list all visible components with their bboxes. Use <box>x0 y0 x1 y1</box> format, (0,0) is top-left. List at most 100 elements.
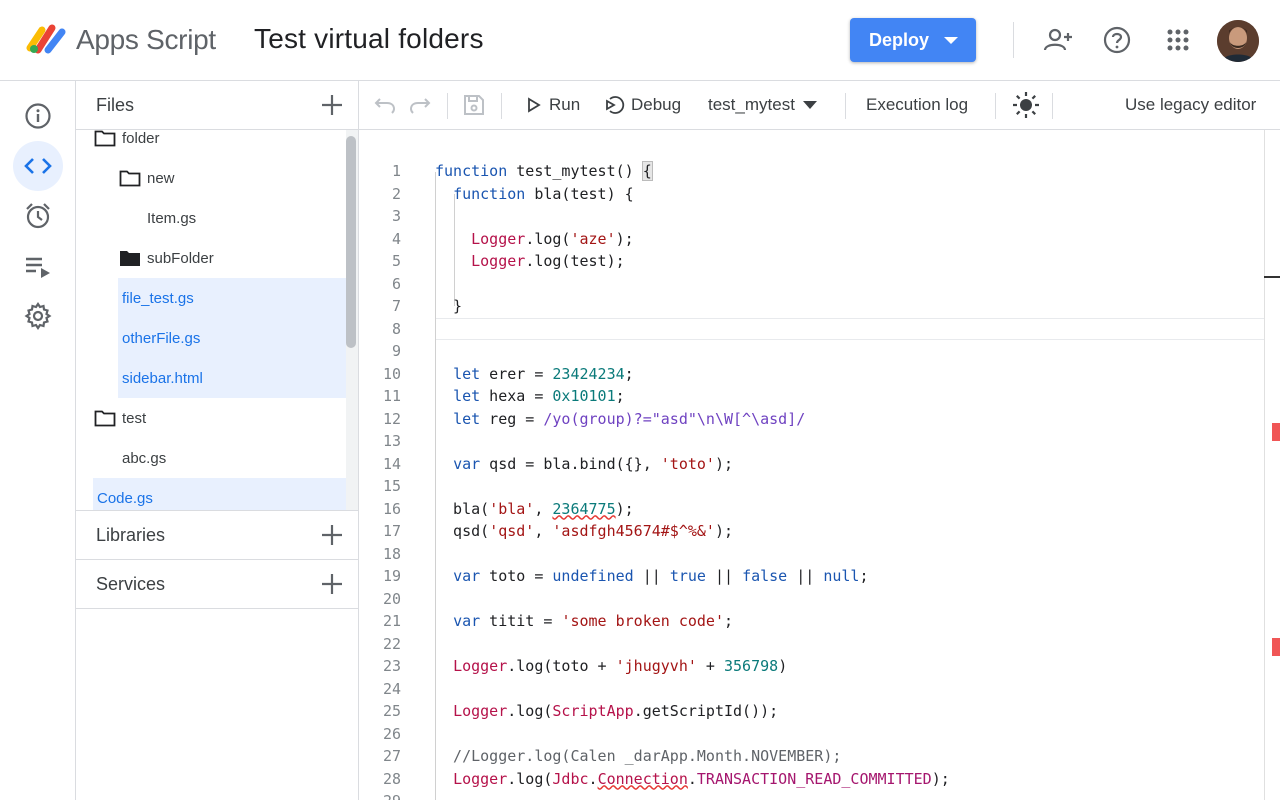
chevron-down-icon <box>944 37 958 44</box>
line-text: var qsd = bla.bind({}, 'toto'); <box>435 453 733 475</box>
line-number: 22 <box>359 633 401 655</box>
toolbar-separator <box>845 93 846 119</box>
tree-item-folder[interactable]: folder <box>94 130 346 158</box>
account-avatar[interactable] <box>1217 20 1259 62</box>
use-legacy-editor-button[interactable]: Use legacy editor <box>1125 81 1256 129</box>
undo-icon <box>374 96 396 114</box>
share-button[interactable] <box>1042 24 1074 56</box>
line-text: Logger.log(test); <box>435 250 625 272</box>
line-number: 28 <box>359 768 401 790</box>
code-line: 2 function bla(test) { <box>359 183 1264 205</box>
apps-launcher-button[interactable] <box>1162 24 1194 56</box>
tree-item-label: sidebar.html <box>122 370 203 387</box>
function-select[interactable]: test_mytest <box>708 81 817 129</box>
code-line: 7 } <box>359 295 1264 317</box>
line-number: 15 <box>359 475 401 497</box>
debug-button[interactable]: Debug <box>605 81 681 129</box>
line-number: 19 <box>359 565 401 587</box>
top-app-bar: Apps Script Test virtual folders Deploy <box>0 0 1280 81</box>
services-header: Services <box>76 560 358 609</box>
save-button[interactable] <box>463 81 485 129</box>
file-tree: folder new Item.gs subFolder file_test.g… <box>76 130 358 511</box>
line-text: let reg = /yo(group)?="asd"\n\W[^\asd]/ <box>435 408 805 430</box>
play-icon <box>527 97 541 113</box>
line-number: 9 <box>359 340 401 362</box>
rail-item-settings[interactable] <box>13 291 63 341</box>
line-number: 20 <box>359 588 401 610</box>
line-number: 24 <box>359 678 401 700</box>
tree-item-folder[interactable]: subFolder <box>119 238 346 278</box>
code-line: 17 qsd('qsd', 'asdfgh45674#$^%&'); <box>359 520 1264 542</box>
line-text: bla('bla', 2364775); <box>435 498 634 520</box>
tree-item-folder[interactable]: new <box>119 158 346 198</box>
add-service-icon[interactable] <box>320 572 344 596</box>
rail-item-overview[interactable] <box>13 91 63 141</box>
theme-toggle-button[interactable] <box>1012 81 1040 129</box>
line-text: function bla(test) { <box>435 183 634 205</box>
line-text: Logger.log(Jdbc.Connection.TRANSACTION_R… <box>435 768 950 790</box>
redo-button[interactable] <box>409 81 431 129</box>
line-number: 26 <box>359 723 401 745</box>
code-line: 16 bla('bla', 2364775); <box>359 498 1264 520</box>
tree-item-label: subFolder <box>147 250 214 267</box>
rail-item-editor[interactable] <box>13 141 63 191</box>
project-title[interactable]: Test virtual folders <box>254 23 484 55</box>
line-number: 13 <box>359 430 401 452</box>
code-line: 12 let reg = /yo(group)?="asd"\n\W[^\asd… <box>359 408 1264 430</box>
line-text: Logger.log(ScriptApp.getScriptId()); <box>435 700 778 722</box>
gear-icon <box>24 302 52 330</box>
line-text: function test_mytest() { <box>435 160 652 182</box>
left-nav-rail <box>0 81 76 800</box>
file-tree-scrollbar[interactable] <box>346 136 356 348</box>
code-line: 20 <box>359 588 1264 610</box>
line-text: qsd('qsd', 'asdfgh45674#$^%&'); <box>435 520 733 542</box>
run-label: Run <box>549 95 580 115</box>
add-file-icon[interactable] <box>320 93 344 117</box>
rail-item-executions[interactable] <box>13 241 63 291</box>
top-divider <box>1013 22 1014 58</box>
add-library-icon[interactable] <box>320 523 344 547</box>
line-number: 21 <box>359 610 401 632</box>
line-number: 25 <box>359 700 401 722</box>
folder-icon <box>94 130 116 147</box>
tree-item-file[interactable]: Item.gs <box>118 198 346 238</box>
line-number: 17 <box>359 520 401 542</box>
line-text: var titit = 'some broken code'; <box>435 610 733 632</box>
code-editor[interactable]: 1function test_mytest() {2 function bla(… <box>359 130 1280 800</box>
code-line: 6 <box>359 273 1264 295</box>
code-line: 11 let hexa = 0x10101; <box>359 385 1264 407</box>
toolbar-separator <box>501 93 502 119</box>
overview-ruler[interactable] <box>1264 130 1280 800</box>
error-marker[interactable] <box>1272 423 1280 441</box>
folder-icon <box>119 169 141 187</box>
code-line: 21 var titit = 'some broken code'; <box>359 610 1264 632</box>
deploy-button[interactable]: Deploy <box>850 18 976 62</box>
folder-icon <box>94 409 116 427</box>
help-button[interactable] <box>1101 24 1133 56</box>
tree-item-file[interactable]: Code.gs <box>93 478 346 511</box>
error-marker[interactable] <box>1272 638 1280 656</box>
code-lines: 1function test_mytest() {2 function bla(… <box>359 130 1280 800</box>
code-line: 22 <box>359 633 1264 655</box>
tree-item-file[interactable]: abc.gs <box>118 438 346 478</box>
execution-log-label: Execution log <box>866 95 968 115</box>
toolbar-separator <box>995 93 996 119</box>
execution-log-button[interactable]: Execution log <box>866 81 968 129</box>
code-line: 27 //Logger.log(Calen _darApp.Month.NOVE… <box>359 745 1264 767</box>
line-number: 7 <box>359 295 401 317</box>
tree-item-folder[interactable]: test <box>94 398 346 438</box>
tree-item-file[interactable]: file_test.gs <box>118 278 346 318</box>
apps-script-editor: Apps Script Test virtual folders Deploy <box>0 0 1280 800</box>
line-text: var toto = undefined || true || false ||… <box>435 565 869 587</box>
line-number: 12 <box>359 408 401 430</box>
avatar-photo-icon <box>1217 20 1259 62</box>
tree-item-file[interactable]: sidebar.html <box>118 358 346 398</box>
services-header-label: Services <box>96 574 165 595</box>
tree-item-file[interactable]: otherFile.gs <box>118 318 346 358</box>
line-number: 23 <box>359 655 401 677</box>
files-header-label: Files <box>96 95 134 116</box>
rail-item-triggers[interactable] <box>13 191 63 241</box>
run-button[interactable]: Run <box>527 81 580 129</box>
tree-item-label: file_test.gs <box>122 290 194 307</box>
undo-button[interactable] <box>374 81 396 129</box>
